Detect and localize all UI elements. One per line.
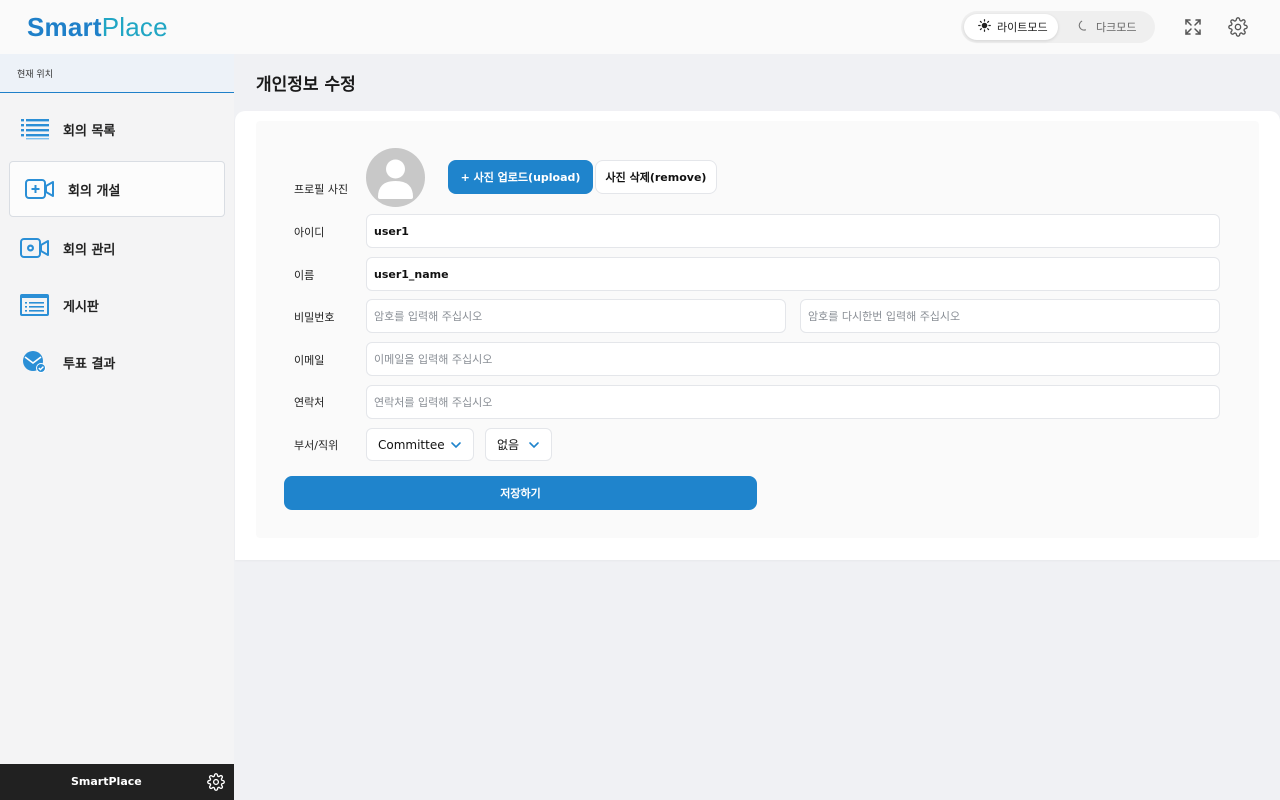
sidebar-footer: SmartPlace: [0, 764, 234, 800]
sidebar-item-label: 회의 개설: [68, 183, 121, 199]
position-select-value: 없음: [497, 438, 520, 452]
list-icon: [19, 116, 51, 142]
sidebar-item-manage-meeting[interactable]: 회의 관리: [9, 220, 225, 276]
page-title: 개인정보 수정: [256, 75, 356, 95]
breadcrumb: 현재 위치: [0, 54, 234, 93]
sidebar-item-vote-results[interactable]: 투표 결과: [9, 334, 225, 390]
video-settings-icon: [19, 235, 51, 261]
save-button[interactable]: 저장하기: [284, 476, 757, 510]
sidebar-item-label: 회의 목록: [63, 123, 116, 139]
chevron-down-icon: [528, 439, 540, 454]
sidebar-item-label: 투표 결과: [63, 356, 116, 372]
password-confirm-field[interactable]: [800, 299, 1220, 333]
sidebar-item-label: 회의 관리: [63, 242, 116, 258]
gear-icon[interactable]: [1227, 16, 1249, 38]
fullscreen-icon[interactable]: [1182, 16, 1204, 38]
upload-photo-button[interactable]: + 사진 업로드(upload): [448, 160, 593, 194]
video-add-icon: [24, 176, 56, 202]
top-header: SmartPlace 라이트모드 다크모드: [0, 0, 1280, 54]
moon-icon: [1077, 19, 1096, 35]
id-field[interactable]: [366, 214, 1220, 248]
chevron-down-icon: [450, 439, 462, 454]
theme-mode-toggle: 라이트모드 다크모드: [961, 11, 1155, 43]
email-label: 이메일: [294, 354, 325, 367]
dark-mode-label: 다크모드: [1096, 21, 1137, 34]
photo-label: 프로필 사진: [294, 183, 349, 196]
sun-icon: [978, 19, 997, 35]
phone-field[interactable]: [366, 385, 1220, 419]
light-mode-button[interactable]: 라이트모드: [964, 14, 1058, 40]
sidebar-item-label: 게시판: [63, 299, 99, 315]
department-select[interactable]: Committee: [366, 428, 474, 461]
sidebar-item-meeting-list[interactable]: 회의 목록: [9, 101, 225, 157]
gear-icon[interactable]: [207, 773, 225, 794]
light-mode-label: 라이트모드: [997, 21, 1048, 34]
board-icon: [19, 292, 51, 318]
name-label: 이름: [294, 269, 315, 282]
email-field[interactable]: [366, 342, 1220, 376]
password-label: 비밀번호: [294, 311, 335, 324]
id-label: 아이디: [294, 226, 325, 239]
dark-mode-button[interactable]: 다크모드: [1065, 14, 1153, 40]
logo-smart-text: Smart: [27, 12, 102, 42]
sidebar: 현재 위치 회의 목록 회의 개설 회의 관리 게시판 투표 결과 SmartP…: [0, 54, 234, 800]
position-select[interactable]: 없음: [485, 428, 552, 461]
avatar: [366, 148, 425, 207]
sidebar-item-board[interactable]: 게시판: [9, 277, 225, 333]
sidebar-item-create-meeting[interactable]: 회의 개설: [9, 161, 225, 217]
vote-icon: [19, 349, 51, 375]
department-position-label: 부서/직위: [294, 439, 339, 452]
department-select-value: Committee: [378, 437, 445, 452]
remove-photo-button[interactable]: 사진 삭제(remove): [595, 160, 717, 194]
logo-place-text: Place: [101, 12, 168, 42]
phone-label: 연락처: [294, 396, 325, 409]
password-field[interactable]: [366, 299, 786, 333]
name-field[interactable]: [366, 257, 1220, 291]
footer-title: SmartPlace: [71, 775, 142, 788]
app-logo[interactable]: SmartPlace: [27, 12, 168, 43]
